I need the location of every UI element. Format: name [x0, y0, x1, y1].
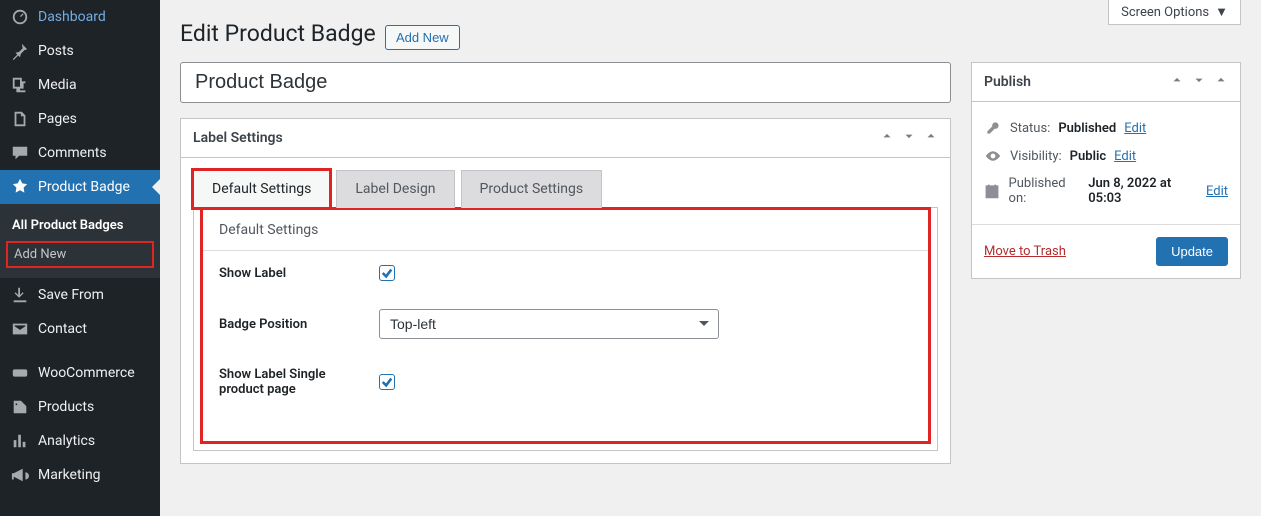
show-label-single-checkbox[interactable]: [379, 374, 395, 390]
sidebar-item-label: Comments: [38, 145, 107, 161]
move-to-trash-link[interactable]: Move to Trash: [984, 244, 1066, 259]
badge-position-label: Badge Position: [219, 317, 359, 332]
sidebar-item-media[interactable]: Media: [0, 68, 160, 102]
sidebar-item-label: WooCommerce: [38, 365, 135, 381]
dashboard-icon: [10, 8, 30, 26]
admin-sidebar: Dashboard Posts Media Pages Comments Pro…: [0, 0, 160, 516]
metabox-title: Label Settings: [193, 130, 283, 146]
page-icon: [10, 110, 30, 128]
sidebar-item-label: Media: [38, 77, 77, 93]
woo-icon: [10, 364, 30, 382]
metabox-toggle-icon[interactable]: [924, 129, 938, 147]
publish-up-icon[interactable]: [1170, 73, 1184, 91]
add-new-button[interactable]: Add New: [385, 25, 460, 50]
sidebar-item-dashboard[interactable]: Dashboard: [0, 0, 160, 34]
sidebar-item-product-badge[interactable]: Product Badge: [0, 170, 160, 204]
sidebar-submenu: All Product Badges Add New: [0, 204, 160, 278]
sidebar-item-label: Contact: [38, 321, 87, 337]
download-icon: [10, 286, 30, 304]
main-content: Screen Options▼ Edit Product Badge Add N…: [160, 0, 1261, 516]
sidebar-item-posts[interactable]: Posts: [0, 34, 160, 68]
show-label-single-label: Show Label Single product page: [219, 367, 359, 397]
chart-icon: [10, 432, 30, 450]
media-icon: [10, 76, 30, 94]
calendar-icon: [984, 183, 1001, 199]
badge-icon: [10, 178, 30, 196]
sidebar-item-woocommerce[interactable]: WooCommerce: [0, 356, 160, 390]
edit-date-link[interactable]: Edit: [1206, 184, 1228, 199]
submenu-add-new[interactable]: Add New: [6, 241, 154, 268]
screen-options-button[interactable]: Screen Options▼: [1108, 0, 1241, 25]
update-button[interactable]: Update: [1156, 237, 1228, 266]
status-value: Published: [1058, 121, 1116, 136]
sidebar-item-analytics[interactable]: Analytics: [0, 424, 160, 458]
sidebar-item-save-from[interactable]: Save From: [0, 278, 160, 312]
sidebar-item-pages[interactable]: Pages: [0, 102, 160, 136]
show-label-label: Show Label: [219, 266, 359, 281]
sidebar-item-label: Analytics: [38, 433, 95, 449]
sidebar-item-label: Save From: [38, 287, 104, 303]
comment-icon: [10, 144, 30, 162]
publish-toggle-icon[interactable]: [1214, 73, 1228, 91]
panel-heading: Default Settings: [203, 210, 928, 251]
eye-icon: [984, 148, 1002, 164]
sidebar-item-label: Posts: [38, 43, 74, 59]
product-icon: [10, 398, 30, 416]
publish-down-icon[interactable]: [1192, 73, 1206, 91]
tab-product-settings[interactable]: Product Settings: [461, 170, 603, 208]
submenu-all-badges[interactable]: All Product Badges: [0, 212, 160, 239]
badge-position-select[interactable]: [379, 309, 719, 339]
sidebar-item-label: Products: [38, 399, 94, 415]
pin-icon: [10, 42, 30, 60]
label-settings-metabox: Label Settings Default Settings Label De…: [180, 118, 951, 464]
post-title-input[interactable]: [180, 62, 951, 103]
megaphone-icon: [10, 466, 30, 484]
key-icon: [984, 120, 1002, 136]
metabox-down-icon[interactable]: [902, 129, 916, 147]
edit-visibility-link[interactable]: Edit: [1114, 149, 1136, 164]
sidebar-item-marketing[interactable]: Marketing: [0, 458, 160, 492]
sidebar-item-contact[interactable]: Contact: [0, 312, 160, 346]
sidebar-item-label: Marketing: [38, 467, 101, 483]
sidebar-item-comments[interactable]: Comments: [0, 136, 160, 170]
page-title: Edit Product Badge: [180, 20, 376, 47]
metabox-up-icon[interactable]: [880, 129, 894, 147]
sidebar-item-label: Product Badge: [38, 179, 130, 195]
sidebar-item-label: Pages: [38, 111, 77, 127]
sidebar-item-products[interactable]: Products: [0, 390, 160, 424]
edit-status-link[interactable]: Edit: [1124, 121, 1146, 136]
mail-icon: [10, 320, 30, 338]
sidebar-item-label: Dashboard: [38, 9, 106, 25]
show-label-checkbox[interactable]: [379, 265, 395, 281]
date-value: Jun 8, 2022 at 05:03: [1088, 176, 1198, 206]
visibility-value: Public: [1070, 149, 1106, 164]
publish-title: Publish: [984, 74, 1031, 90]
publish-metabox: Publish Status: Published Edit: [971, 62, 1241, 279]
tab-default-settings[interactable]: Default Settings: [193, 170, 330, 208]
chevron-down-icon: ▼: [1215, 4, 1228, 20]
tab-label-design[interactable]: Label Design: [336, 170, 454, 208]
